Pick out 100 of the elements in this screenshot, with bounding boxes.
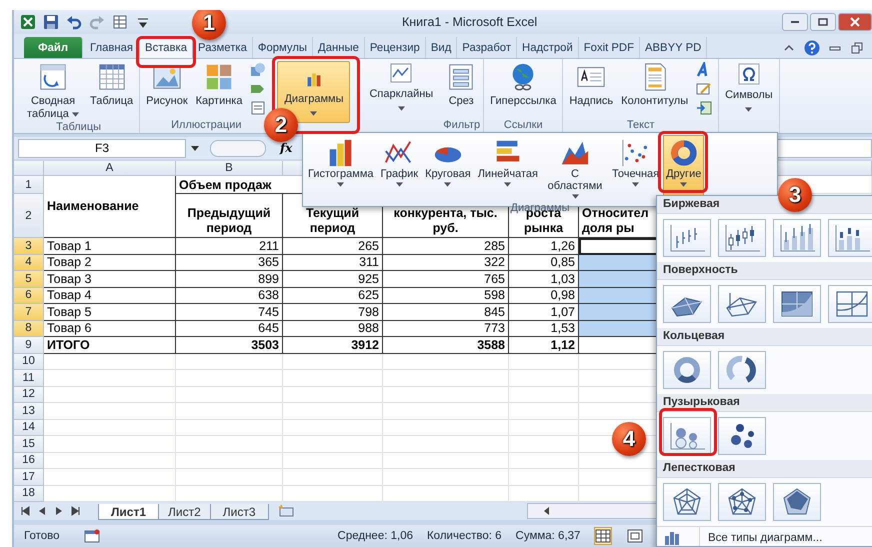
empty-cell[interactable] — [383, 469, 509, 486]
empty-cell[interactable] — [383, 420, 509, 436]
record-macro-icon[interactable] — [84, 528, 100, 544]
empty-cell[interactable] — [509, 370, 579, 386]
empty-cell[interactable] — [383, 436, 509, 452]
empty-cell[interactable] — [509, 436, 579, 452]
empty-cell[interactable] — [383, 370, 509, 386]
row-header[interactable]: 1 — [14, 176, 44, 194]
row-header[interactable]: 8 — [14, 320, 44, 337]
empty-cell[interactable] — [283, 420, 383, 436]
empty-cell[interactable] — [283, 354, 383, 370]
row-header[interactable]: 14 — [14, 420, 44, 436]
empty-cell[interactable] — [283, 370, 383, 386]
last-sheet-icon[interactable] — [71, 506, 81, 516]
row-header[interactable]: 16 — [14, 452, 44, 469]
chart-subtype-button[interactable] — [718, 351, 766, 389]
ribbon-tab[interactable]: Вставка — [139, 37, 194, 58]
pivot-table-button[interactable]: Сводная таблица — [21, 62, 85, 121]
help-icon[interactable] — [804, 40, 820, 56]
chart-subtype-button[interactable] — [773, 483, 821, 521]
scroll-left-icon[interactable] — [542, 506, 552, 516]
row-header[interactable]: 3 — [14, 238, 44, 254]
shapes-icon[interactable] — [250, 62, 266, 78]
chart-subtype-button[interactable] — [828, 285, 872, 323]
sheet-tab[interactable]: Лист1 — [98, 504, 160, 520]
ribbon-tab[interactable]: Файл — [24, 37, 84, 58]
row-header[interactable]: 15 — [14, 436, 44, 452]
empty-cell[interactable] — [383, 386, 509, 403]
row-header[interactable]: 11 — [14, 370, 44, 386]
chart-subtype-button[interactable] — [663, 483, 711, 521]
chart-subtype-button[interactable] — [828, 219, 872, 257]
empty-cell[interactable] — [383, 403, 509, 420]
chart-subtype-button[interactable] — [663, 219, 711, 257]
chart-subtype-button[interactable] — [663, 285, 711, 323]
row-header[interactable]: 2 — [14, 194, 44, 238]
all-chart-types-button[interactable]: Все типы диаграмм... — [657, 526, 872, 546]
empty-cell[interactable] — [176, 370, 283, 386]
save-icon[interactable] — [43, 14, 59, 30]
row-header[interactable]: 18 — [14, 486, 44, 502]
chart-subtype-button[interactable] — [663, 417, 711, 455]
empty-cell[interactable] — [509, 469, 579, 486]
row-header[interactable]: 13 — [14, 403, 44, 420]
chart-subtype-button[interactable] — [718, 285, 766, 323]
row-header[interactable]: 6 — [14, 288, 44, 304]
chart-subtype-button[interactable] — [718, 417, 766, 455]
empty-cell[interactable] — [283, 403, 383, 420]
dropdown-caret-icon[interactable] — [190, 143, 200, 153]
slicer-button[interactable]: Срез — [443, 62, 480, 119]
row-header[interactable]: 7 — [14, 304, 44, 320]
sparklines-button[interactable]: Спарклайны — [366, 61, 436, 111]
empty-cell[interactable] — [176, 403, 283, 420]
empty-cell[interactable] — [509, 452, 579, 469]
page-layout-icon[interactable] — [626, 527, 644, 545]
sheet-tab[interactable]: Лист3 — [210, 504, 269, 520]
row-header[interactable]: 17 — [14, 469, 44, 486]
chart-subtype-button[interactable] — [663, 351, 711, 389]
clip-art-button[interactable]: Картинка — [192, 62, 246, 119]
first-sheet-icon[interactable] — [20, 506, 30, 516]
row-header[interactable]: 12 — [14, 386, 44, 403]
hyperlink-button[interactable]: Гиперссылка — [487, 62, 560, 119]
row-header[interactable]: 9 — [14, 337, 44, 354]
row-header[interactable]: 4 — [14, 254, 44, 271]
empty-cell[interactable] — [509, 420, 579, 436]
empty-cell[interactable] — [176, 436, 283, 452]
header-footer-button[interactable]: Колонтитулы — [618, 62, 692, 119]
normal-view-icon[interactable] — [594, 527, 612, 545]
previous-sheet-icon[interactable] — [37, 506, 47, 516]
empty-cell[interactable] — [383, 354, 509, 370]
restore-icon[interactable] — [850, 40, 864, 54]
empty-cell[interactable] — [176, 386, 283, 403]
empty-cell[interactable] — [383, 452, 509, 469]
empty-cell[interactable] — [176, 420, 283, 436]
chart-subtype-button[interactable] — [718, 483, 766, 521]
chart-subtype-button[interactable] — [718, 219, 766, 257]
next-sheet-icon[interactable] — [54, 506, 64, 516]
empty-cell[interactable] — [283, 469, 383, 486]
formula-bar-handle[interactable] — [210, 140, 266, 156]
empty-cell[interactable] — [283, 436, 383, 452]
app-logo-icon[interactable] — [20, 14, 36, 30]
table-button[interactable]: Таблица — [87, 62, 136, 121]
empty-cell[interactable] — [176, 354, 283, 370]
row-header[interactable]: 5 — [14, 271, 44, 288]
empty-cell[interactable] — [176, 452, 283, 469]
column-header[interactable]: A — [44, 161, 176, 176]
chart-subtype-button[interactable] — [773, 285, 821, 323]
name-box[interactable]: F3 — [18, 138, 186, 158]
object-icon[interactable] — [696, 100, 712, 116]
restore-button[interactable] — [810, 13, 836, 31]
insert-function-button[interactable]: fx — [280, 141, 292, 155]
close-button[interactable] — [838, 13, 872, 31]
empty-cell[interactable] — [509, 386, 579, 403]
undo-icon[interactable] — [66, 14, 82, 30]
picture-button[interactable]: Рисунок — [143, 62, 191, 119]
empty-cell[interactable] — [509, 403, 579, 420]
empty-cell[interactable] — [176, 469, 283, 486]
minimize-button[interactable] — [782, 13, 808, 31]
empty-cell[interactable] — [283, 386, 383, 403]
empty-cell[interactable] — [283, 452, 383, 469]
text-box-button[interactable]: Надпись — [566, 62, 616, 119]
chart-subtype-button[interactable] — [773, 219, 821, 257]
